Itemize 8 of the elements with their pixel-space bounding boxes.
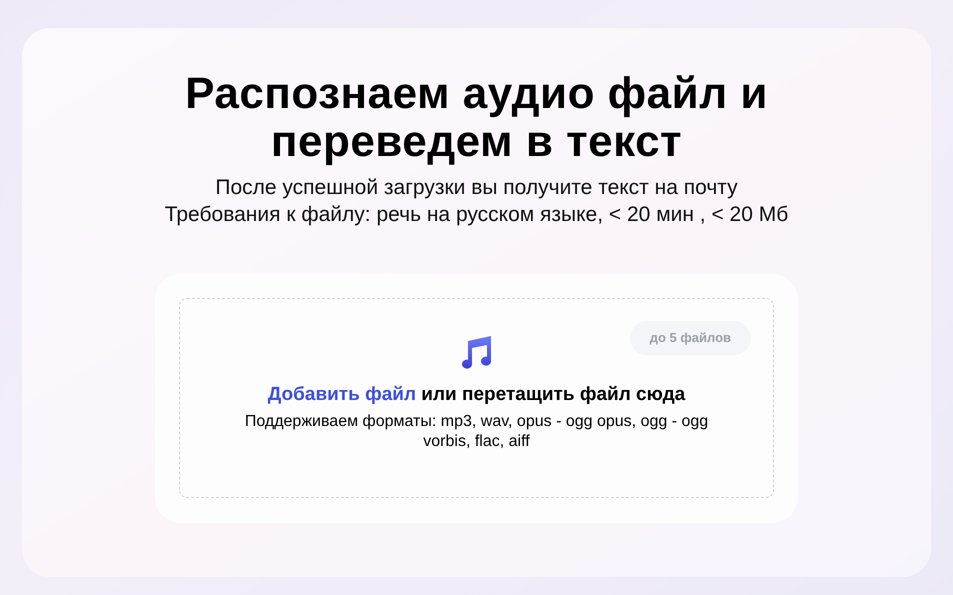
drop-zone[interactable]: до 5 файлов Добавить файл или перетащить файл сюда Поддерживаем форматы: mp3, wav, opus - ogg opus, ogg - ogg vorbis, flac, aiff <box>179 298 774 498</box>
add-file-link[interactable]: Добавить файл <box>268 384 416 405</box>
subtitle-line: Требования к файлу: речь на русском языке, < 20 мин , < 20 Мб <box>164 202 788 228</box>
file-limit-badge: до 5 файлов <box>630 321 751 354</box>
page-title: Распознаем аудио файл и переведем в текст <box>184 70 769 166</box>
supported-formats-text: Поддерживаем форматы: mp3, wav, opus - ogg opus, ogg - ogg vorbis, flac, aiff <box>244 412 710 452</box>
subtitle-line: После успешной загрузки вы получите текст на почту <box>215 175 738 201</box>
upload-prompt: Добавить файл или перетащить файл сюда <box>268 383 686 407</box>
